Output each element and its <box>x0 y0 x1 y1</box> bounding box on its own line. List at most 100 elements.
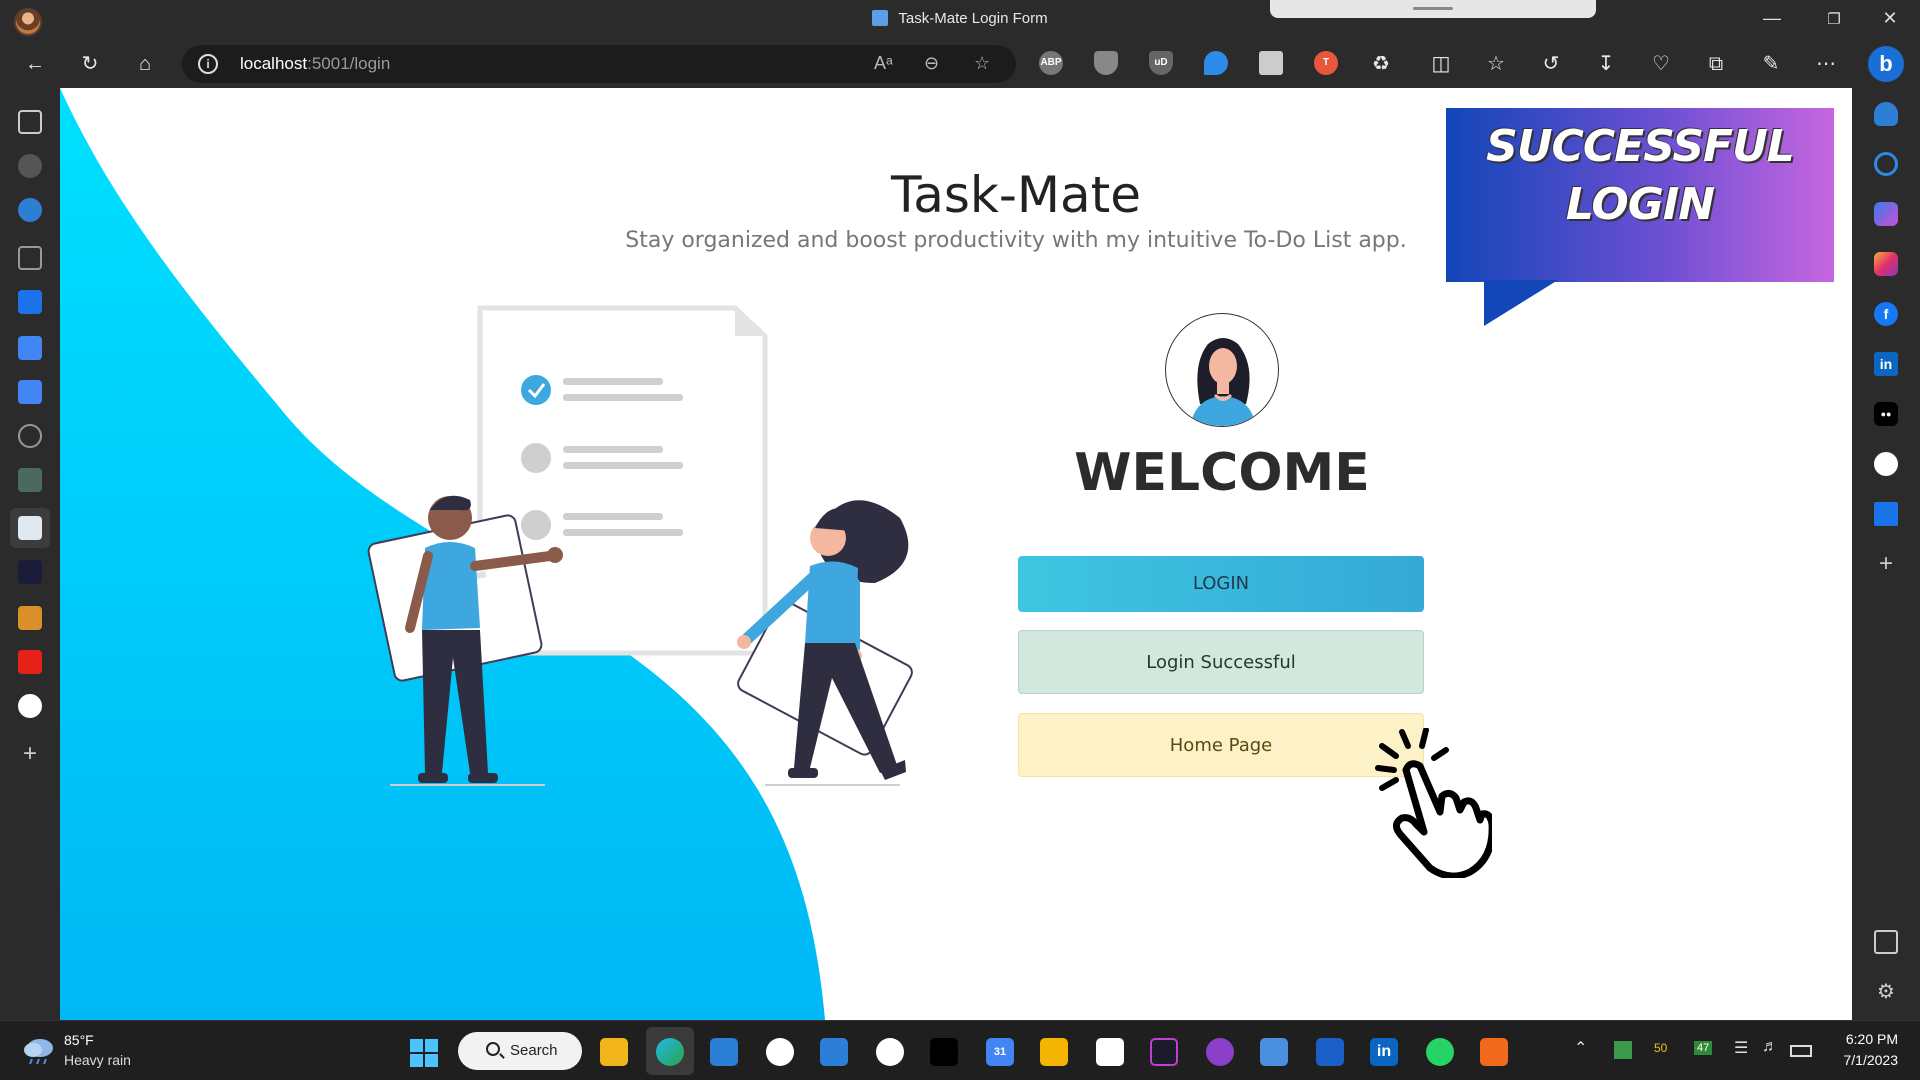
tab-trello-icon[interactable] <box>18 290 42 314</box>
login-button[interactable]: LOGIN <box>1018 556 1424 612</box>
close-icon[interactable]: ✕ <box>1878 8 1902 29</box>
github-icon[interactable] <box>1874 452 1898 476</box>
translate-icon[interactable]: T <box>1314 51 1338 75</box>
taskbar-date[interactable]: 7/1/2023 <box>1822 1052 1899 1068</box>
restore-icon[interactable]: ❐ <box>1822 10 1846 28</box>
windows-taskbar: 85°F Heavy rain Search 31 in ⌃ 50 47 ☰ ♬… <box>0 1020 1920 1080</box>
volume-icon[interactable]: ♬ <box>1762 1038 1778 1056</box>
badge-speech-tail <box>1484 280 1558 326</box>
back-icon[interactable]: ← <box>20 50 50 78</box>
bing-copilot-button[interactable]: b <box>1868 46 1904 82</box>
search-icon <box>486 1042 500 1056</box>
file-explorer-icon[interactable] <box>600 1038 628 1066</box>
app-icon-1[interactable] <box>876 1038 904 1066</box>
url-text[interactable]: localhost:5001/login <box>240 54 390 74</box>
calendar-icon[interactable]: 31 <box>986 1038 1014 1066</box>
tab-github-icon[interactable] <box>18 694 42 718</box>
linkedin-icon[interactable]: in <box>1370 1038 1398 1066</box>
bell-icon[interactable] <box>1874 102 1898 126</box>
todo-illustration <box>367 305 913 786</box>
vertical-tabs-sidebar: + <box>0 88 60 1020</box>
notepad-icon[interactable] <box>1260 1038 1288 1066</box>
badge-line-2: LOGIN <box>1565 179 1715 230</box>
instagram-icon[interactable] <box>1874 252 1898 276</box>
tab-calendar-icon[interactable] <box>18 336 42 360</box>
weather-temperature[interactable]: 85°F <box>64 1032 94 1048</box>
taskbar-search[interactable]: Search <box>458 1032 582 1070</box>
history-icon[interactable]: ↺ <box>1536 50 1566 78</box>
health-icon[interactable]: ♡ <box>1646 50 1676 78</box>
url-host: localhost <box>240 54 308 73</box>
share-icon[interactable]: ✎ <box>1756 50 1786 78</box>
windows-start-icon[interactable] <box>410 1039 438 1067</box>
edge-icon[interactable] <box>656 1038 684 1066</box>
battery-icon[interactable] <box>1790 1045 1812 1057</box>
tray-badge-1[interactable]: 50 <box>1654 1041 1667 1055</box>
url-path: :5001/login <box>307 54 391 73</box>
tab-favicon-4[interactable] <box>18 606 42 630</box>
shield-icon[interactable] <box>1094 51 1118 75</box>
new-tab-icon[interactable]: + <box>18 742 42 768</box>
home-icon[interactable]: ⌂ <box>130 50 160 78</box>
more-icon[interactable]: ⋯ <box>1811 50 1841 78</box>
medium-icon[interactable]: ●● <box>1874 402 1898 426</box>
window-titlebar: Task-Mate Login Form — ❐ ✕ <box>0 0 1920 40</box>
tray-app-icon[interactable] <box>1614 1041 1632 1059</box>
adblock-icon[interactable]: ABP <box>1039 51 1063 75</box>
stocks-icon[interactable] <box>1316 1038 1344 1066</box>
snap-drag-handle[interactable] <box>1270 0 1596 18</box>
heavy-rain-icon[interactable] <box>22 1035 56 1065</box>
tab-todo-icon[interactable] <box>18 424 42 448</box>
ublock-icon[interactable]: uD <box>1149 51 1173 75</box>
tab-youtube-icon[interactable] <box>18 650 42 674</box>
favorite-star-icon[interactable]: ☆ <box>974 53 990 74</box>
github-desktop-icon[interactable] <box>766 1038 794 1066</box>
extension-icon[interactable]: ♻ <box>1366 50 1396 78</box>
tab-document-icon[interactable] <box>18 246 42 270</box>
tab-favicon-icon <box>872 10 889 26</box>
intellij-icon[interactable] <box>1150 1038 1178 1066</box>
tray-badge-2[interactable]: 47 <box>1694 1041 1713 1055</box>
address-bar[interactable]: i localhost:5001/login Aᵃ ⊖ ☆ <box>182 45 1016 83</box>
linkedin-icon[interactable]: in <box>1874 352 1898 376</box>
settings-gear-icon[interactable]: ⚙ <box>1874 980 1898 1004</box>
tab-favicon-2[interactable] <box>18 198 42 222</box>
trello-icon[interactable] <box>1096 1038 1124 1066</box>
tab-docs-icon[interactable] <box>18 380 42 404</box>
tab-chatgpt-icon[interactable] <box>18 468 42 492</box>
refresh-icon[interactable]: ↻ <box>75 50 105 78</box>
copilot-icon[interactable] <box>1874 202 1898 226</box>
split-screen-icon[interactable]: ◫ <box>1426 50 1456 78</box>
keep-icon[interactable] <box>1040 1038 1068 1066</box>
tab-taskmate-icon[interactable] <box>18 516 42 540</box>
wifi-icon[interactable]: ☰ <box>1734 1038 1748 1058</box>
collections-icon[interactable]: ⧉ <box>1701 50 1731 78</box>
read-aloud-icon[interactable]: Aᵃ <box>874 53 893 74</box>
location-pin-icon[interactable] <box>1204 51 1228 75</box>
favorites-icon[interactable]: ☆ <box>1481 50 1511 78</box>
site-info-icon[interactable]: i <box>198 54 218 74</box>
taskbar-time[interactable]: 6:20 PM <box>1822 1031 1898 1047</box>
hide-sidebar-icon[interactable] <box>1874 930 1898 954</box>
tab-favicon-3[interactable] <box>18 560 42 584</box>
vscode-icon[interactable] <box>710 1038 738 1066</box>
medium-icon[interactable] <box>930 1038 958 1066</box>
facebook-icon[interactable]: f <box>1874 302 1898 326</box>
minimize-icon[interactable]: — <box>1760 8 1784 29</box>
show-hidden-icons[interactable]: ⌃ <box>1574 1038 1587 1058</box>
github-purple-icon[interactable] <box>1206 1038 1234 1066</box>
whatsapp-icon[interactable] <box>1426 1038 1454 1066</box>
page-viewport: Task-Mate Stay organized and boost produ… <box>60 88 1852 1020</box>
zoom-out-icon[interactable]: ⊖ <box>924 53 939 74</box>
downloads-icon[interactable]: ↧ <box>1591 50 1621 78</box>
login-successful-button[interactable]: Login Successful <box>1018 630 1424 694</box>
search-icon[interactable] <box>1874 152 1898 176</box>
weather-description[interactable]: Heavy rain <box>64 1052 131 1068</box>
trello-icon[interactable] <box>1874 502 1898 526</box>
tab-favicon-1[interactable] <box>18 154 42 178</box>
xampp-icon[interactable] <box>1480 1038 1508 1066</box>
docs-icon[interactable] <box>820 1038 848 1066</box>
tab-actions-icon[interactable] <box>18 110 42 134</box>
add-icon[interactable]: + <box>1874 552 1898 576</box>
window-icon[interactable] <box>1259 51 1283 75</box>
